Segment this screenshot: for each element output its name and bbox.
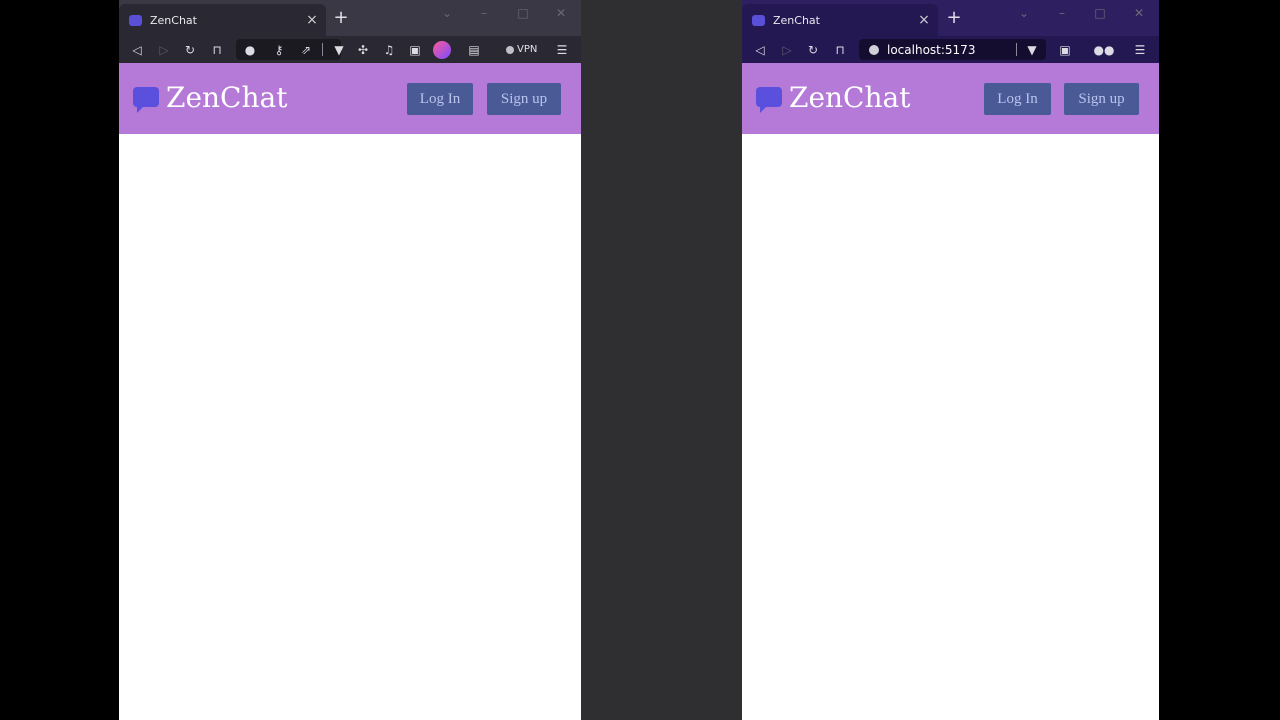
reader-icon[interactable]: ●●	[1091, 36, 1117, 63]
maximize-icon[interactable]: □	[1091, 6, 1109, 20]
close-window-icon[interactable]: ✕	[1130, 6, 1148, 20]
new-tab-icon[interactable]: +	[944, 8, 964, 28]
vpn-button[interactable]: VPN	[506, 36, 537, 63]
login-button[interactable]: Log In	[407, 83, 473, 115]
reload-icon[interactable]: ↻	[179, 36, 201, 63]
app-header: ZenChat Log In Sign up	[119, 63, 581, 134]
desktop-gap	[581, 0, 742, 720]
minimize-icon[interactable]: –	[475, 6, 493, 20]
chat-bubble-icon	[133, 87, 159, 113]
brand-title[interactable]: ZenChat	[166, 80, 287, 116]
brand-title[interactable]: ZenChat	[789, 80, 910, 116]
media-icon[interactable]: ♫	[378, 36, 400, 63]
wallet-icon[interactable]: ▤	[463, 36, 485, 63]
maximize-icon[interactable]: □	[514, 6, 532, 20]
url-text[interactable]: localhost:5173	[887, 43, 975, 57]
minimize-icon[interactable]: –	[1053, 6, 1071, 20]
browser-toolbar: ◁ ▷ ↻ ⊓ localhost:5173 ▼ ▣ ●● ☰	[742, 36, 1159, 63]
vpn-label: VPN	[517, 44, 538, 55]
forward-icon[interactable]: ▷	[153, 36, 175, 63]
site-info-icon[interactable]: ●	[239, 36, 261, 63]
bookmark-icon[interactable]: ⊓	[829, 36, 851, 63]
toolbar-separator	[1016, 43, 1017, 56]
zenchat-tab-icon	[129, 14, 142, 26]
vpn-status-icon	[506, 45, 514, 54]
share-icon[interactable]: ⇗	[295, 36, 317, 63]
back-icon[interactable]: ◁	[749, 36, 771, 63]
left-browser-window: ZenChat × + ⌄ – □ ✕ ◁ ▷ ↻ ⊓ ● ⚷ ⇗ ▼ ✣ ♫ …	[119, 0, 581, 720]
sidebar-icon[interactable]: ▣	[1054, 36, 1076, 63]
menu-icon[interactable]: ☰	[551, 36, 573, 63]
login-button[interactable]: Log In	[984, 83, 1051, 115]
profile-avatar-icon[interactable]	[431, 36, 453, 63]
brave-shield-icon[interactable]: ▼	[328, 36, 350, 63]
browser-tab[interactable]: ZenChat ×	[742, 4, 938, 36]
menu-icon[interactable]: ☰	[1129, 36, 1151, 63]
tab-title: ZenChat	[773, 13, 820, 27]
close-window-icon[interactable]: ✕	[552, 6, 570, 20]
new-tab-icon[interactable]: +	[331, 8, 351, 28]
chat-bubble-icon	[756, 87, 782, 113]
app-header: ZenChat Log In Sign up	[742, 63, 1159, 134]
signup-button[interactable]: Sign up	[487, 83, 561, 115]
back-icon[interactable]: ◁	[126, 36, 148, 63]
toolbar-separator	[322, 43, 323, 56]
close-icon[interactable]: ×	[302, 12, 322, 28]
title-bar: ZenChat × + ⌄ – □ ✕	[119, 0, 581, 36]
browser-tab[interactable]: ZenChat ×	[119, 4, 326, 36]
chevron-down-icon[interactable]: ⌄	[438, 6, 456, 20]
browser-toolbar: ◁ ▷ ↻ ⊓ ● ⚷ ⇗ ▼ ✣ ♫ ▣ ▤ VPN ☰	[119, 36, 581, 63]
right-browser-window: ZenChat × + ⌄ – □ ✕ ◁ ▷ ↻ ⊓ localhost:51…	[742, 0, 1159, 720]
forward-icon[interactable]: ▷	[776, 36, 798, 63]
address-bar[interactable]: localhost:5173	[859, 39, 1046, 60]
tab-title: ZenChat	[150, 13, 197, 27]
site-info-icon[interactable]	[869, 44, 879, 55]
brave-shield-icon[interactable]: ▼	[1021, 36, 1043, 63]
chevron-down-icon[interactable]: ⌄	[1015, 6, 1033, 20]
signup-button[interactable]: Sign up	[1064, 83, 1139, 115]
key-icon[interactable]: ⚷	[268, 36, 290, 63]
zenchat-tab-icon	[752, 14, 765, 26]
close-icon[interactable]: ×	[914, 12, 934, 28]
extensions-icon[interactable]: ✣	[352, 36, 374, 63]
reload-icon[interactable]: ↻	[802, 36, 824, 63]
bookmark-icon[interactable]: ⊓	[206, 36, 228, 63]
title-bar: ZenChat × + ⌄ – □ ✕	[742, 0, 1159, 36]
sidebar-icon[interactable]: ▣	[404, 36, 426, 63]
